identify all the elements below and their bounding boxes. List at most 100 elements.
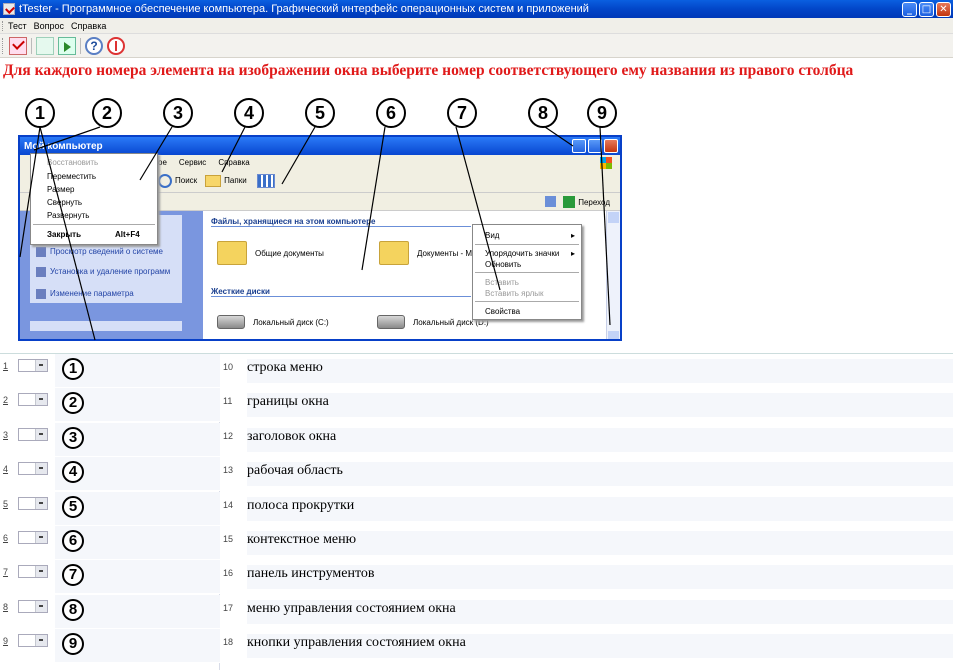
- menu-bar: Тест Вопрос Справка: [0, 18, 953, 34]
- folder-icon: [379, 241, 409, 265]
- xp-item-label: Локальный диск (C:): [253, 317, 329, 327]
- left-item-number[interactable]: 4: [3, 464, 8, 474]
- right-item-row: 18 кнопки управления состоянием окна: [220, 629, 953, 663]
- dropdown-icon[interactable]: [35, 360, 47, 371]
- left-item-number[interactable]: 8: [3, 602, 8, 612]
- xp-section-files: Файлы, хранящиеся на этом компьютере: [211, 217, 471, 227]
- answer-select[interactable]: [18, 359, 48, 372]
- ctx-arrange: Упорядочить значки: [485, 249, 560, 258]
- sysmenu-move: Переместить: [47, 172, 97, 181]
- menu-item-help[interactable]: Справка: [71, 21, 106, 31]
- answer-select[interactable]: [18, 393, 48, 407]
- left-item-number[interactable]: 1: [3, 361, 8, 371]
- menu-grip[interactable]: [2, 20, 5, 31]
- xp-go-button: Переход: [563, 196, 610, 208]
- left-item-number[interactable]: 6: [3, 533, 8, 543]
- ctx-paste: Вставить: [485, 278, 519, 287]
- test-check-icon[interactable]: [9, 36, 27, 55]
- right-item-number: 10: [223, 362, 234, 372]
- right-item-number: 11: [223, 396, 233, 407]
- left-item-number[interactable]: 7: [3, 567, 8, 577]
- answer-select[interactable]: [18, 599, 48, 613]
- dropdown-icon[interactable]: [35, 635, 47, 647]
- left-item-number[interactable]: 2: [3, 395, 8, 405]
- left-item-row: 44: [0, 457, 220, 492]
- minimize-button[interactable]: _: [902, 1, 917, 17]
- matching-area: 112233445566778899 10 строка меню 11 границ…: [0, 354, 953, 670]
- left-item-circle: 6: [62, 530, 84, 552]
- dropdown-icon[interactable]: [35, 600, 47, 612]
- answer-select[interactable]: [18, 462, 48, 476]
- xp-shared-docs-item: Общие документы: [217, 241, 324, 265]
- left-item-row: 99: [0, 629, 220, 664]
- right-item-row: 13 рабочая область: [220, 457, 953, 491]
- dropdown-icon[interactable]: [35, 566, 47, 578]
- xp-context-menu: Вид ▸ Упорядочить значки ▸ Обновить Вста…: [472, 224, 582, 320]
- question-text: Для каждого номера элемента на изображен…: [3, 62, 854, 79]
- answer-select[interactable]: [18, 531, 48, 544]
- answer-select[interactable]: [18, 634, 48, 648]
- help-icon[interactable]: ?: [85, 36, 103, 55]
- dropdown-icon[interactable]: [35, 463, 47, 475]
- ctx-divider: [475, 244, 579, 245]
- callout-7: 7: [447, 98, 477, 128]
- left-item-number[interactable]: 9: [3, 636, 8, 646]
- menu-item-question[interactable]: Вопрос: [34, 21, 64, 31]
- xp-minimize-icon: [572, 139, 586, 153]
- right-item-number: 14: [223, 499, 234, 510]
- ctx-properties: Свойства: [485, 307, 521, 316]
- dropdown-icon[interactable]: [35, 532, 47, 543]
- right-column: 10 строка меню 11 границы окна 12 заголовок о…: [220, 354, 953, 670]
- right-item-row: 17 меню управления состоянием окна: [220, 595, 953, 629]
- xp-task-link: Изменение параметра: [36, 289, 134, 299]
- dropdown-icon[interactable]: [35, 394, 47, 406]
- xp-menu-item: Справка: [218, 157, 250, 167]
- right-item-text: меню управления состоянием окна: [247, 599, 953, 624]
- sysmenu-close: Закрыть: [47, 230, 82, 239]
- folder-icon: [217, 241, 247, 265]
- xp-go-label: Переход: [578, 197, 610, 207]
- ctx-submenu-arrow-icon: ▸: [570, 249, 575, 258]
- windows-logo-icon: [600, 157, 612, 169]
- xp-system-menu: Восстановить Переместить Размер Свернуть…: [30, 153, 158, 245]
- xp-section-disks: Жесткие диски: [211, 287, 471, 297]
- left-item-row: 88: [0, 594, 220, 629]
- answer-select[interactable]: [18, 427, 48, 441]
- ctx-divider: [475, 272, 579, 273]
- left-item-number[interactable]: 3: [3, 430, 8, 440]
- xp-views-icon: [256, 173, 275, 188]
- toolbar-grip[interactable]: [2, 37, 5, 54]
- callout-5: 5: [305, 98, 335, 128]
- xp-maximize-icon: [588, 139, 602, 153]
- xp-address-dropdown-icon: [545, 196, 556, 207]
- answer-select[interactable]: [18, 496, 48, 510]
- left-item-circle: 5: [62, 495, 84, 518]
- left-item-circle: 8: [62, 598, 84, 621]
- xp-item-label: Общие документы: [255, 248, 324, 258]
- maximize-button[interactable]: □: [919, 1, 934, 17]
- xp-search-icon: [158, 173, 172, 188]
- left-column: 112233445566778899: [0, 354, 220, 670]
- ctx-view: Вид: [485, 231, 500, 240]
- right-item-number: 13: [223, 465, 234, 476]
- xp-search-label: Поиск: [175, 176, 198, 185]
- app-icon: [3, 3, 15, 15]
- left-item-circle: 1: [62, 358, 84, 380]
- previous-icon[interactable]: [36, 36, 54, 55]
- callout-9: 9: [587, 98, 617, 128]
- xp-scrollbar: [606, 211, 620, 339]
- menu-item-test[interactable]: Тест: [8, 21, 27, 31]
- close-button[interactable]: ✕: [936, 1, 951, 17]
- title-bar: tTester - Программное обеспечение компью…: [0, 0, 953, 18]
- dropdown-icon[interactable]: [35, 497, 47, 509]
- answer-select[interactable]: [18, 565, 48, 579]
- stop-icon[interactable]: [107, 36, 125, 55]
- dropdown-icon[interactable]: [35, 428, 47, 440]
- right-item-number: 12: [223, 430, 234, 441]
- next-icon[interactable]: [58, 36, 76, 55]
- sysmenu-divider: [33, 224, 155, 225]
- sysmenu-size: Размер: [47, 185, 75, 194]
- xp-item-label: Документы - М: [417, 248, 473, 258]
- left-item-number[interactable]: 5: [3, 499, 8, 509]
- right-item-text: рабочая область: [247, 462, 953, 487]
